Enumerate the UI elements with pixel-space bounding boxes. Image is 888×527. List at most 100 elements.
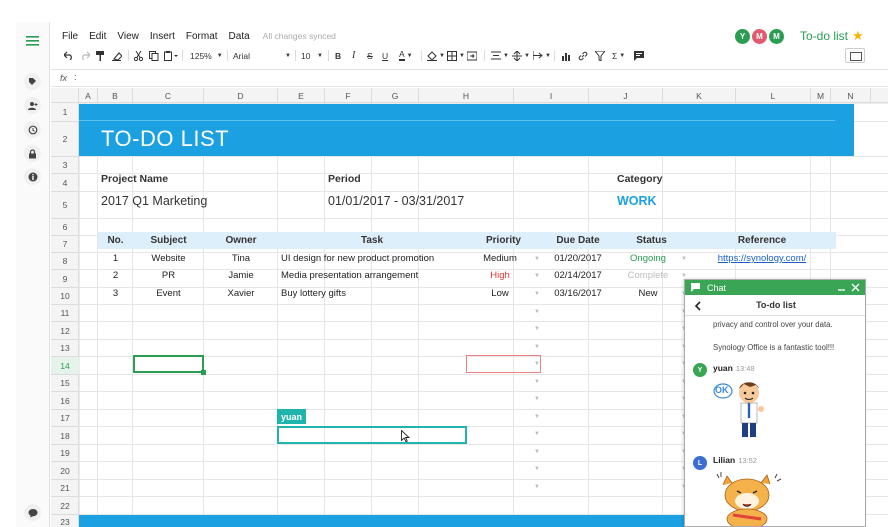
side-panel-toggle-button[interactable] — [845, 48, 865, 63]
row-header-13[interactable]: 13 — [51, 340, 79, 357]
strikethrough-button[interactable]: S — [367, 48, 373, 63]
row-header-4[interactable]: 4 — [51, 174, 79, 192]
chat-bubble-icon[interactable] — [24, 504, 41, 521]
column-header-b[interactable]: B — [98, 88, 133, 103]
function-button[interactable]: Σ ▼ — [612, 48, 625, 63]
row-header-22[interactable]: 22 — [51, 497, 79, 515]
vertical-align-icon[interactable]: ▼ — [512, 48, 530, 63]
comment-icon[interactable] — [634, 48, 644, 63]
priority-dropdown-arrow-icon[interactable]: ▼ — [534, 414, 540, 420]
row-header-10[interactable]: 10 — [51, 288, 79, 305]
collaborator-avatar-1[interactable]: Y — [735, 29, 750, 44]
text-color-button[interactable]: A ▼ — [399, 48, 413, 63]
zoom-select[interactable]: 125% ▼ — [190, 48, 223, 63]
priority-dropdown-arrow-icon[interactable]: ▼ — [534, 396, 540, 402]
select-all-corner[interactable] — [51, 88, 79, 103]
formula-bar[interactable]: fx : — [51, 69, 888, 87]
row-header-15[interactable]: 15 — [51, 375, 79, 392]
menu-edit[interactable]: Edit — [89, 31, 106, 42]
menu-insert[interactable]: Insert — [150, 31, 175, 42]
task-2-owner[interactable]: Jamie — [204, 267, 278, 284]
insert-chart-icon[interactable] — [561, 48, 571, 63]
task-3-no[interactable]: 3 — [98, 285, 133, 302]
status-dropdown-arrow-icon[interactable]: ▼ — [681, 256, 687, 262]
period-value[interactable]: 01/01/2017 - 03/31/2017 — [328, 194, 464, 208]
redo-icon[interactable] — [80, 48, 90, 63]
row-header-6[interactable]: 6 — [51, 219, 79, 236]
task-2-subject[interactable]: PR — [133, 267, 204, 284]
priority-dropdown-arrow-icon[interactable]: ▼ — [534, 273, 540, 279]
row-header-17[interactable]: 17 — [51, 410, 79, 427]
column-header-l[interactable]: L — [736, 88, 811, 103]
column-header-e[interactable]: E — [278, 88, 325, 103]
task-3-due[interactable]: 03/16/2017 — [541, 285, 615, 302]
column-header-k[interactable]: K — [663, 88, 736, 103]
task-1-due[interactable]: 01/20/2017 — [541, 250, 615, 267]
column-header-j[interactable]: J — [589, 88, 663, 103]
add-user-icon[interactable] — [24, 97, 41, 114]
task-2-status[interactable]: Complete — [615, 267, 681, 284]
task-3-task[interactable]: Buy lottery gifts — [281, 285, 466, 302]
lock-icon[interactable] — [24, 145, 41, 162]
insert-link-icon[interactable] — [578, 48, 588, 63]
star-icon[interactable]: ★ — [852, 28, 864, 44]
task-1-owner[interactable]: Tina — [204, 250, 278, 267]
history-icon[interactable] — [24, 121, 41, 138]
task-3-owner[interactable]: Xavier — [204, 285, 278, 302]
merge-cells-icon[interactable] — [467, 48, 477, 63]
priority-dropdown-arrow-icon[interactable]: ▼ — [534, 449, 540, 455]
back-chevron-icon[interactable] — [694, 301, 702, 311]
menu-format[interactable]: Format — [186, 31, 218, 42]
copy-icon[interactable] — [149, 48, 159, 63]
active-cell-selection[interactable] — [133, 355, 206, 375]
filter-icon[interactable] — [595, 48, 605, 63]
minimize-icon[interactable] — [837, 283, 846, 292]
borders-icon[interactable]: ▼ — [447, 48, 465, 63]
avatar[interactable]: L — [693, 456, 707, 470]
task-1-status[interactable]: Ongoing — [615, 250, 681, 267]
row-header-21[interactable]: 21 — [51, 480, 79, 497]
row-header-16[interactable]: 16 — [51, 392, 79, 410]
task-1-no[interactable]: 1 — [98, 250, 133, 267]
task-2-due[interactable]: 02/14/2017 — [541, 267, 615, 284]
collaborator-cell-selection[interactable] — [277, 426, 467, 444]
priority-dropdown-arrow-icon[interactable]: ▼ — [534, 484, 540, 490]
priority-dropdown-arrow-icon[interactable]: ▼ — [534, 431, 540, 437]
column-header-i[interactable]: I — [514, 88, 589, 103]
task-1-task[interactable]: UI design for new product promotion — [281, 250, 466, 267]
column-header-a[interactable]: A — [79, 88, 98, 103]
priority-dropdown-arrow-icon[interactable]: ▼ — [534, 379, 540, 385]
avatar[interactable]: Y — [693, 363, 707, 377]
row-header-2[interactable]: 2 — [51, 122, 79, 157]
task-2-priority[interactable]: High — [466, 267, 534, 284]
column-header-f[interactable]: F — [325, 88, 372, 103]
priority-dropdown-arrow-icon[interactable]: ▼ — [534, 309, 540, 315]
document-title[interactable]: To-do list ★ — [800, 28, 864, 44]
row-header-9[interactable]: 9 — [51, 270, 79, 288]
font-size-select[interactable]: 10 ▼ — [301, 48, 323, 63]
paint-format-icon[interactable] — [96, 48, 105, 63]
task-3-priority[interactable]: Low — [466, 285, 534, 302]
task-1-subject[interactable]: Website — [133, 250, 204, 267]
row-header-1[interactable]: 1 — [51, 103, 79, 122]
priority-cell-highlight[interactable] — [466, 355, 541, 373]
priority-dropdown-arrow-icon[interactable]: ▼ — [534, 291, 540, 297]
column-header-n[interactable]: N — [831, 88, 871, 103]
cut-icon[interactable] — [134, 48, 143, 63]
font-family-select[interactable]: Arial ▼ — [233, 48, 291, 63]
clear-format-icon[interactable] — [112, 48, 122, 63]
task-1-reference-link[interactable]: https://synology.com/ — [688, 250, 836, 267]
project-value[interactable]: 2017 Q1 Marketing — [101, 194, 207, 208]
column-header-c[interactable]: C — [133, 88, 204, 103]
collaborator-avatar-3[interactable]: M — [769, 29, 784, 44]
fill-color-icon[interactable]: ▼ — [427, 48, 445, 63]
horizontal-align-icon[interactable]: ▼ — [491, 48, 509, 63]
row-header-8[interactable]: 8 — [51, 253, 79, 270]
task-3-subject[interactable]: Event — [133, 285, 204, 302]
column-header-h[interactable]: H — [419, 88, 514, 103]
menu-view[interactable]: View — [117, 31, 139, 42]
hamburger-menu-icon[interactable] — [26, 33, 39, 46]
info-icon[interactable] — [24, 168, 41, 185]
row-header-12[interactable]: 12 — [51, 322, 79, 340]
category-value[interactable]: WORK — [617, 194, 657, 208]
